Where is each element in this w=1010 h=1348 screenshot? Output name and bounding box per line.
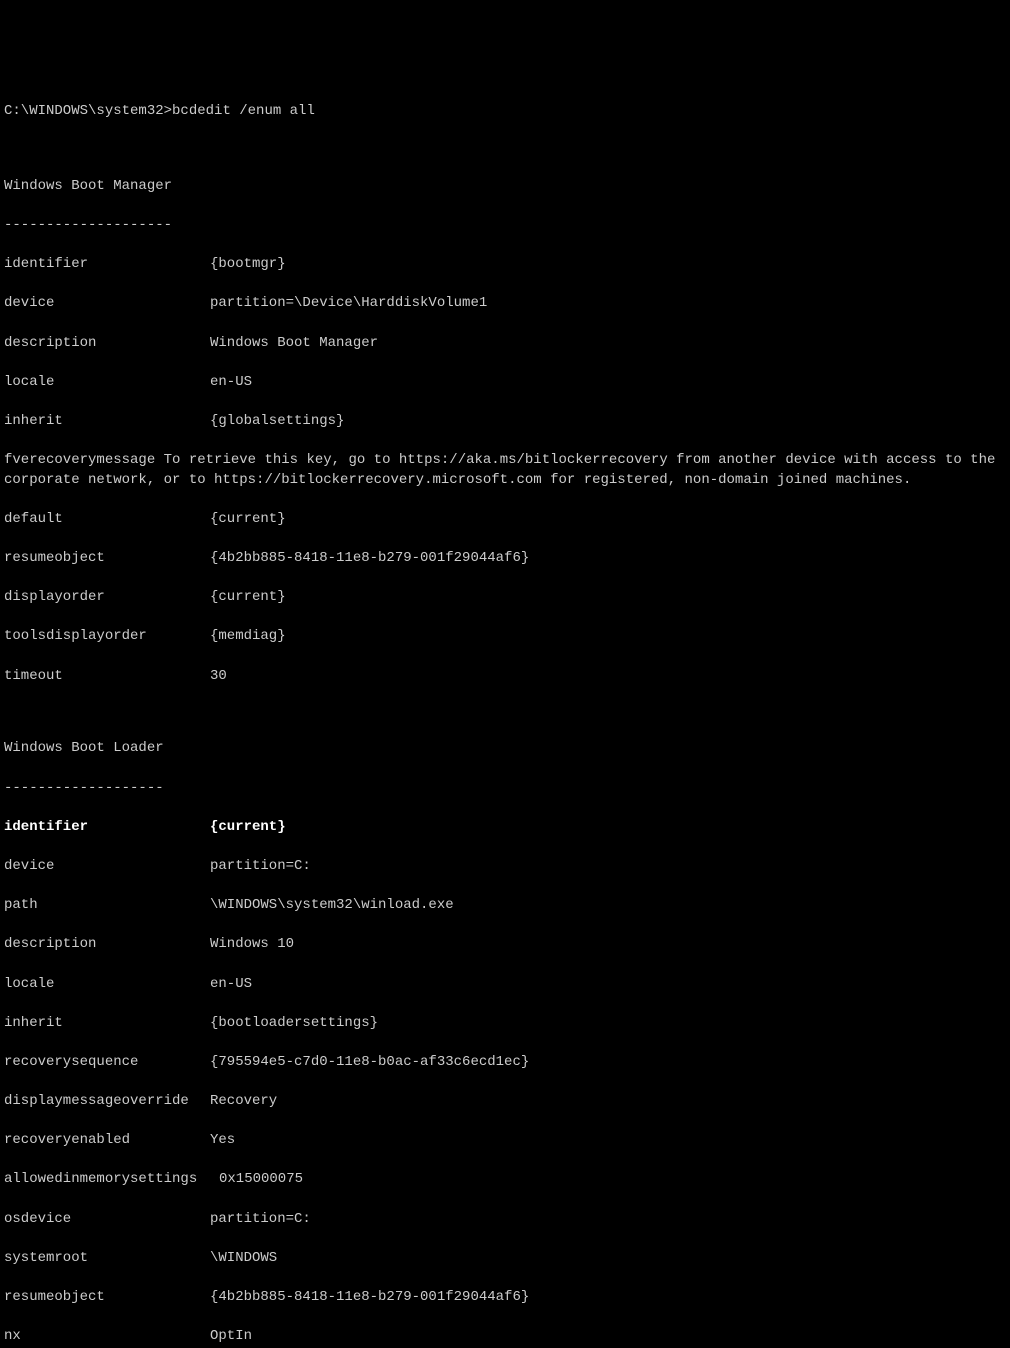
row-bootloader-allowedinmemorysettings: allowedinmemorysettings0x15000075	[4, 1170, 1006, 1190]
row-bootloader-resumeobject: resumeobject{4b2bb885-8418-11e8-b279-001…	[4, 1288, 1006, 1308]
key-identifier: identifier	[4, 255, 210, 275]
command-prompt-line: C:\WINDOWS\system32>bcdedit /enum all	[4, 102, 1006, 122]
row-bootmgr-identifier: identifier{bootmgr}	[4, 255, 1006, 275]
key-osdevice: osdevice	[4, 1210, 210, 1230]
row-bootloader-locale: localeen-US	[4, 975, 1006, 995]
key-inherit: inherit	[4, 1014, 210, 1034]
row-bootloader-inherit: inherit{bootloadersettings}	[4, 1014, 1006, 1034]
key-recoveryenabled: recoveryenabled	[4, 1131, 210, 1151]
val-displayorder: {current}	[210, 588, 286, 608]
key-displaymessageoverride: displaymessageoverride	[4, 1092, 210, 1112]
row-bootmgr-timeout: timeout30	[4, 667, 1006, 687]
key-resumeobject: resumeobject	[4, 1288, 210, 1308]
row-bootloader-device: devicepartition=C:	[4, 857, 1006, 877]
key-systemroot: systemroot	[4, 1249, 210, 1269]
row-bootloader-systemroot: systemroot\WINDOWS	[4, 1249, 1006, 1269]
key-allowedinmemorysettings: allowedinmemorysettings	[4, 1170, 219, 1190]
key-nx: nx	[4, 1327, 210, 1347]
row-bootmgr-toolsdisplayorder: toolsdisplayorder{memdiag}	[4, 627, 1006, 647]
val-displaymessageoverride: Recovery	[210, 1092, 277, 1112]
key-path: path	[4, 896, 210, 916]
val-nx: OptIn	[210, 1327, 252, 1347]
row-bootmgr-locale: localeen-US	[4, 373, 1006, 393]
key-description: description	[4, 334, 210, 354]
row-bootloader-osdevice: osdevicepartition=C:	[4, 1210, 1006, 1230]
val-path: \WINDOWS\system32\winload.exe	[210, 896, 454, 916]
val-systemroot: \WINDOWS	[210, 1249, 277, 1269]
key-device: device	[4, 857, 210, 877]
val-inherit: {bootloadersettings}	[210, 1014, 378, 1034]
row-bootmgr-fverecovery: fverecoverymessage To retrieve this key,…	[4, 451, 1006, 490]
row-bootmgr-device: devicepartition=\Device\HarddiskVolume1	[4, 294, 1006, 314]
section-divider-bootloader: -------------------	[4, 779, 1006, 799]
val-recoverysequence: {795594e5-c7d0-11e8-b0ac-af33c6ecd1ec}	[210, 1053, 529, 1073]
val-recoveryenabled: Yes	[210, 1131, 235, 1151]
val-default: {current}	[210, 510, 286, 530]
val-device: partition=\Device\HarddiskVolume1	[210, 294, 487, 314]
key-displayorder: displayorder	[4, 588, 210, 608]
row-bootloader-recoverysequence: recoverysequence{795594e5-c7d0-11e8-b0ac…	[4, 1053, 1006, 1073]
command-text: bcdedit /enum all	[172, 103, 315, 119]
val-resumeobject: {4b2bb885-8418-11e8-b279-001f29044af6}	[210, 549, 529, 569]
key-description: description	[4, 935, 210, 955]
pad-fverecovery	[155, 452, 163, 468]
val-description: Windows Boot Manager	[210, 334, 378, 354]
val-toolsdisplayorder: {memdiag}	[210, 627, 286, 647]
val-allowedinmemorysettings: 0x15000075	[219, 1170, 303, 1190]
key-locale: locale	[4, 373, 210, 393]
key-inherit: inherit	[4, 412, 210, 432]
row-bootloader-recoveryenabled: recoveryenabledYes	[4, 1131, 1006, 1151]
key-toolsdisplayorder: toolsdisplayorder	[4, 627, 210, 647]
section-divider-bootmgr: --------------------	[4, 216, 1006, 236]
val-locale: en-US	[210, 975, 252, 995]
row-bootmgr-resumeobject: resumeobject{4b2bb885-8418-11e8-b279-001…	[4, 549, 1006, 569]
val-identifier: {current}	[210, 818, 286, 838]
row-bootloader-nx: nxOptIn	[4, 1327, 1006, 1347]
val-device: partition=C:	[210, 857, 311, 877]
val-inherit: {globalsettings}	[210, 412, 344, 432]
section-title-bootloader: Windows Boot Loader	[4, 739, 1006, 759]
key-default: default	[4, 510, 210, 530]
row-bootmgr-displayorder: displayorder{current}	[4, 588, 1006, 608]
key-device: device	[4, 294, 210, 314]
val-identifier: {bootmgr}	[210, 255, 286, 275]
terminal-output[interactable]: C:\WINDOWS\system32>bcdedit /enum all Wi…	[4, 82, 1006, 1348]
key-timeout: timeout	[4, 667, 210, 687]
row-bootloader-description: descriptionWindows 10	[4, 935, 1006, 955]
row-bootloader-displaymessageoverride: displaymessageoverrideRecovery	[4, 1092, 1006, 1112]
row-bootmgr-inherit: inherit{globalsettings}	[4, 412, 1006, 432]
row-bootloader-identifier: identifier{current}	[4, 818, 1006, 838]
key-resumeobject: resumeobject	[4, 549, 210, 569]
section-title-bootmgr: Windows Boot Manager	[4, 177, 1006, 197]
key-recoverysequence: recoverysequence	[4, 1053, 210, 1073]
key-fverecovery: fverecoverymessage	[4, 452, 155, 468]
row-bootmgr-default: default{current}	[4, 510, 1006, 530]
val-resumeobject: {4b2bb885-8418-11e8-b279-001f29044af6}	[210, 1288, 529, 1308]
row-bootmgr-description: descriptionWindows Boot Manager	[4, 334, 1006, 354]
row-bootloader-path: path\WINDOWS\system32\winload.exe	[4, 896, 1006, 916]
key-locale: locale	[4, 975, 210, 995]
val-description: Windows 10	[210, 935, 294, 955]
val-timeout: 30	[210, 667, 227, 687]
key-identifier: identifier	[4, 818, 210, 838]
val-locale: en-US	[210, 373, 252, 393]
val-osdevice: partition=C:	[210, 1210, 311, 1230]
prompt-path: C:\WINDOWS\system32>	[4, 103, 172, 119]
